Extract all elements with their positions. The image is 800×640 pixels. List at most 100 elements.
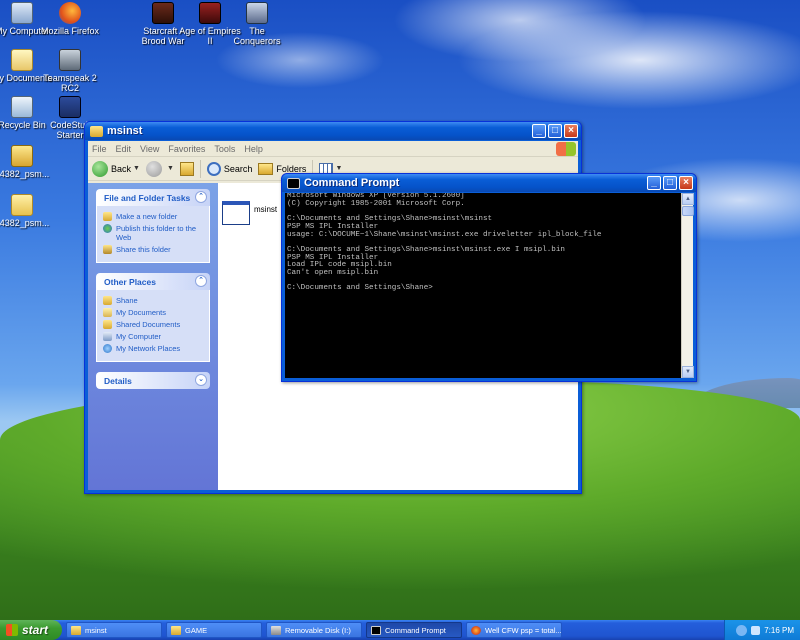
computer-icon bbox=[103, 332, 112, 341]
task-share-folder[interactable]: Share this folder bbox=[103, 245, 204, 254]
place-my-documents[interactable]: My Documents bbox=[103, 308, 204, 317]
task-make-new-folder[interactable]: Make a new folder bbox=[103, 212, 204, 221]
chevron-down-icon: ▼ bbox=[335, 165, 343, 172]
desktop-icon-teamspeak[interactable]: Teamspeak 2 RC2 bbox=[38, 49, 102, 93]
task-publish-web[interactable]: Publish this folder to the Web bbox=[103, 224, 204, 242]
system-tray: 7:16 PM bbox=[724, 620, 800, 640]
cmd-icon bbox=[371, 625, 381, 635]
new-folder-icon bbox=[103, 212, 112, 221]
cmd-icon bbox=[287, 177, 300, 189]
panel-body: Make a new folder Publish this folder to… bbox=[96, 206, 210, 263]
command-prompt-window[interactable]: Command Prompt _ □ × Microsoft Windows X… bbox=[281, 173, 697, 382]
place-my-computer[interactable]: My Computer bbox=[103, 332, 204, 341]
forward-button[interactable]: ▼ bbox=[145, 160, 174, 177]
menu-view[interactable]: View bbox=[140, 144, 159, 154]
place-label: My Network Places bbox=[116, 344, 181, 353]
back-button[interactable]: Back ▼ bbox=[92, 160, 140, 177]
collapse-icon[interactable]: ⌃ bbox=[195, 275, 207, 287]
maximize-button[interactable]: □ bbox=[548, 124, 562, 138]
start-button[interactable]: start bbox=[0, 620, 62, 640]
folder-up-icon bbox=[179, 161, 194, 176]
clock[interactable]: 7:16 PM bbox=[764, 626, 794, 635]
console-output[interactable]: Microsoft Windows XP [Version 5.1.2600](… bbox=[285, 193, 681, 378]
maximize-button[interactable]: □ bbox=[663, 176, 677, 190]
scroll-up-button[interactable]: ▲ bbox=[682, 193, 694, 205]
panel-header[interactable]: Details ⌄ bbox=[96, 372, 210, 389]
task-label: Share this folder bbox=[116, 245, 171, 254]
desktop-icon-folder[interactable]: 14382_psm... bbox=[0, 194, 54, 228]
desktop-icon-firefox[interactable]: Mozilla Firefox bbox=[38, 2, 102, 36]
application-icon bbox=[222, 201, 250, 225]
place-label: My Documents bbox=[116, 308, 167, 317]
menu-edit[interactable]: Edit bbox=[116, 144, 132, 154]
tray-app-icon[interactable] bbox=[751, 625, 761, 635]
desktop-icon-archive[interactable]: 14382_psm... bbox=[0, 145, 54, 179]
folder-icon bbox=[90, 125, 103, 137]
menu-file[interactable]: File bbox=[92, 144, 107, 154]
folders-label: Folders bbox=[276, 163, 307, 174]
taskbar-button-removable-disk[interactable]: Removable Disk (I:) bbox=[266, 622, 362, 638]
close-button[interactable]: × bbox=[679, 176, 693, 190]
minimize-button[interactable]: _ bbox=[647, 176, 661, 190]
collapse-icon[interactable]: ⌃ bbox=[195, 191, 207, 203]
desktop-icon-label: 14382_psm... bbox=[0, 218, 50, 228]
menu-help[interactable]: Help bbox=[244, 144, 263, 154]
search-button[interactable]: Search bbox=[206, 161, 253, 176]
window-title: msinst bbox=[107, 125, 143, 137]
folder-icon bbox=[103, 296, 112, 305]
network-icon bbox=[103, 344, 112, 353]
panel-body: Shane My Documents Shared Documents My C… bbox=[96, 290, 210, 362]
archive-icon bbox=[11, 145, 33, 167]
panel-title: Details bbox=[104, 375, 132, 386]
taskbar: start msinst GAME Removable Disk (I:) Co… bbox=[0, 620, 800, 640]
codestuff-icon bbox=[59, 96, 81, 118]
computer-icon bbox=[11, 2, 33, 24]
close-button[interactable]: × bbox=[564, 124, 578, 138]
scroll-thumb[interactable] bbox=[682, 206, 694, 216]
firefox-icon bbox=[59, 2, 81, 24]
taskbar-button-label: GAME bbox=[185, 625, 208, 635]
globe-icon bbox=[103, 224, 112, 233]
menu-bar: File Edit View Favorites Tools Help bbox=[88, 141, 578, 157]
place-shared-documents[interactable]: Shared Documents bbox=[103, 320, 204, 329]
conquerors-icon bbox=[246, 2, 268, 24]
file-name: msinst bbox=[254, 205, 278, 214]
toolbar-separator bbox=[199, 159, 201, 178]
panel-title: Other Places bbox=[104, 276, 156, 287]
teamspeak-icon bbox=[59, 49, 81, 71]
taskbar-button-game[interactable]: GAME bbox=[166, 622, 262, 638]
place-shane[interactable]: Shane bbox=[103, 296, 204, 305]
back-arrow-icon bbox=[92, 160, 108, 177]
taskbar-button-firefox[interactable]: Well CFW psp = total... bbox=[466, 622, 562, 638]
panel-header[interactable]: Other Places ⌃ bbox=[96, 273, 210, 290]
up-button[interactable] bbox=[179, 161, 194, 176]
desktop-icon-conquerors[interactable]: The Conquerors bbox=[225, 2, 289, 46]
file-folder-tasks-panel: File and Folder Tasks ⌃ Make a new folde… bbox=[96, 189, 210, 263]
show-hidden-icons-button[interactable] bbox=[736, 624, 748, 636]
search-label: Search bbox=[223, 163, 253, 174]
taskbar-button-command-prompt[interactable]: Command Prompt bbox=[366, 622, 462, 638]
expand-icon[interactable]: ⌄ bbox=[195, 374, 207, 386]
place-label: Shane bbox=[116, 296, 138, 305]
explorer-titlebar[interactable]: msinst _ □ × bbox=[85, 122, 581, 140]
desktop-icon-label: 14382_psm... bbox=[0, 169, 50, 179]
cmd-titlebar[interactable]: Command Prompt _ □ × bbox=[282, 174, 696, 192]
windows-logo-icon bbox=[556, 142, 576, 156]
file-item[interactable]: msinst bbox=[222, 201, 277, 225]
taskbar-button-msinst[interactable]: msinst bbox=[66, 622, 162, 638]
task-label: Publish this folder to the Web bbox=[116, 224, 197, 242]
removable-disk-icon bbox=[271, 625, 281, 635]
taskbar-button-label: Command Prompt bbox=[385, 625, 446, 635]
age-of-empires-icon bbox=[199, 2, 221, 24]
desktop-icon-label: The Conquerors bbox=[233, 26, 281, 46]
scroll-down-button[interactable]: ▼ bbox=[682, 366, 694, 378]
place-my-network-places[interactable]: My Network Places bbox=[103, 344, 204, 353]
minimize-button[interactable]: _ bbox=[532, 124, 546, 138]
menu-favorites[interactable]: Favorites bbox=[168, 144, 205, 154]
documents-icon bbox=[11, 49, 33, 71]
console-body[interactable]: Microsoft Windows XP [Version 5.1.2600](… bbox=[285, 193, 694, 378]
folder-icon bbox=[71, 625, 81, 635]
vertical-scrollbar[interactable]: ▲ ▼ bbox=[681, 193, 694, 378]
menu-tools[interactable]: Tools bbox=[214, 144, 235, 154]
panel-header[interactable]: File and Folder Tasks ⌃ bbox=[96, 189, 210, 206]
